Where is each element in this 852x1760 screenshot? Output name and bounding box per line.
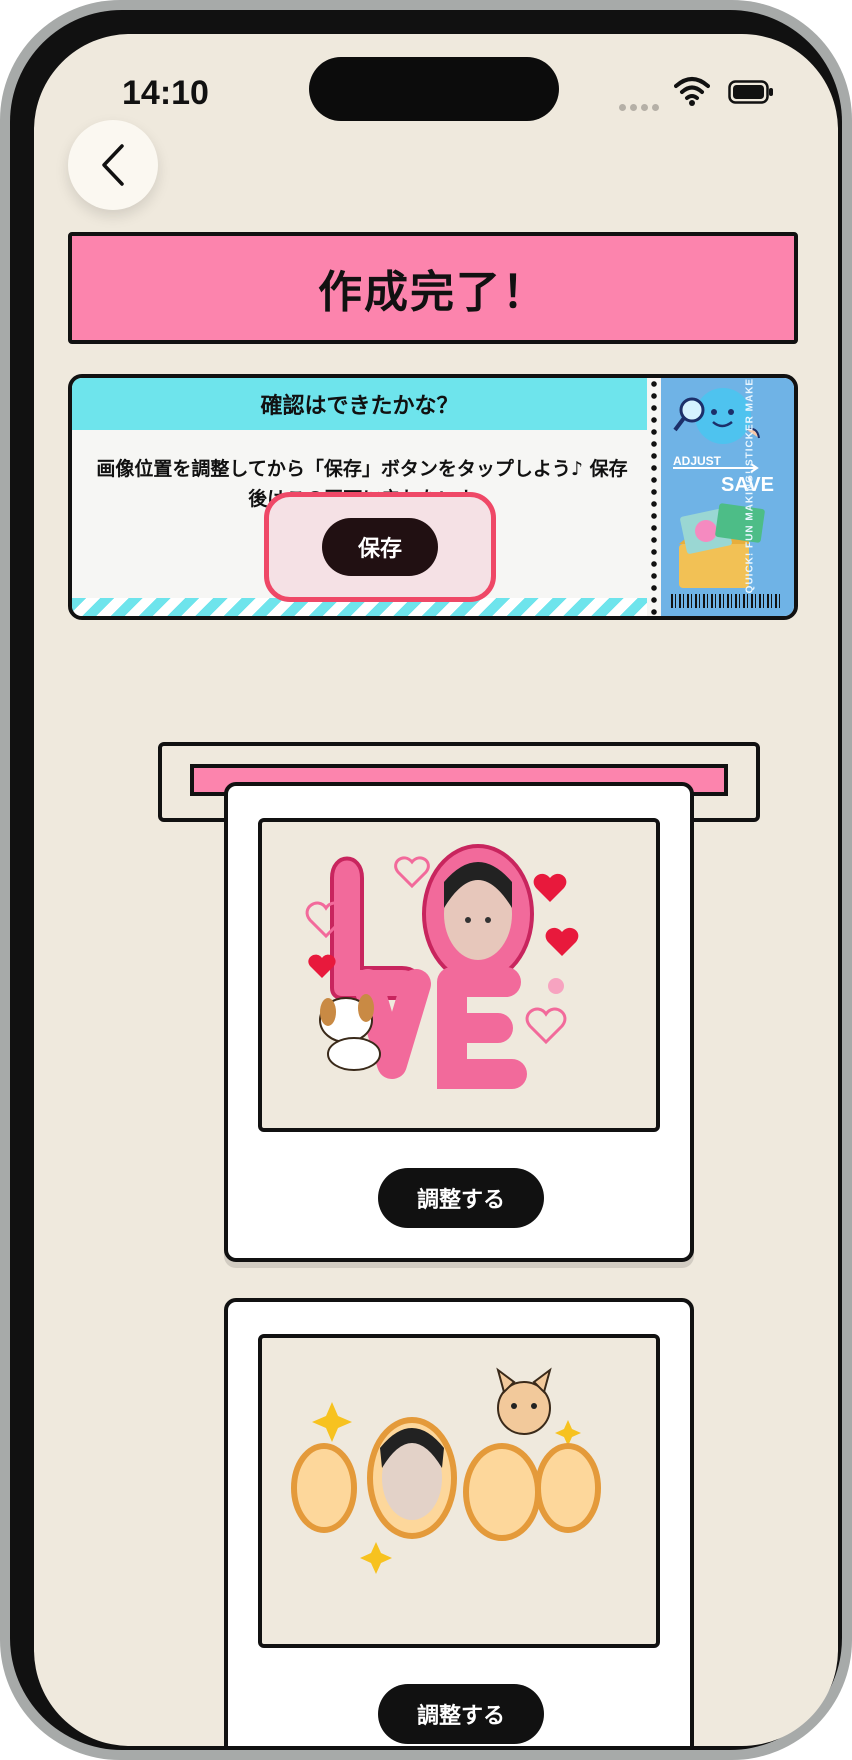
love-sticker-image	[305, 844, 579, 1089]
adjust-button-good[interactable]: 調整する	[378, 1684, 544, 1744]
good-sticker-preview[interactable]	[258, 1334, 660, 1648]
sticker-card-good: 調整する	[224, 1298, 694, 1746]
barcode	[671, 594, 781, 608]
signal-icon	[619, 96, 665, 111]
good-sticker-image	[291, 1367, 601, 1574]
wifi-icon	[674, 77, 710, 106]
battery-icon	[728, 80, 773, 104]
sticker-maker-illustration	[673, 388, 765, 588]
adjust-button-love[interactable]: 調整する	[378, 1168, 544, 1228]
title-banner: 作成完了！	[68, 232, 798, 344]
sticker-card-love: 調整する	[224, 782, 694, 1262]
ticket-illustration: ADJUST SAVE QUICK! FUN MAKING! STICKER M…	[661, 378, 794, 616]
save-highlight: 保存	[264, 492, 496, 602]
love-sticker-preview[interactable]	[258, 818, 660, 1132]
chevron-left-icon	[102, 144, 124, 186]
ticket-brand-text: QUICK! FUN MAKING! STICKER MAKER	[744, 374, 756, 594]
phone-bezel: 14:10 作成完了！ 確認はできたかな？ 画像位置を調整してから「保存」ボタン…	[10, 10, 842, 1750]
screen: 14:10 作成完了！ 確認はできたかな？ 画像位置を調整してから「保存」ボタン…	[34, 34, 838, 1746]
phone-frame: 14:10 作成完了！ 確認はできたかな？ 画像位置を調整してから「保存」ボタン…	[0, 0, 852, 1760]
ticket-adjust-text: ADJUST	[673, 454, 722, 468]
back-button[interactable]	[68, 120, 158, 210]
dynamic-island	[309, 57, 559, 121]
confirm-heading: 確認はできたかな？	[72, 378, 647, 430]
page-title: 作成完了！	[318, 267, 548, 318]
save-button[interactable]: 保存	[322, 518, 438, 576]
status-time: 14:10	[122, 74, 209, 112]
ticket-perforation	[649, 378, 659, 616]
